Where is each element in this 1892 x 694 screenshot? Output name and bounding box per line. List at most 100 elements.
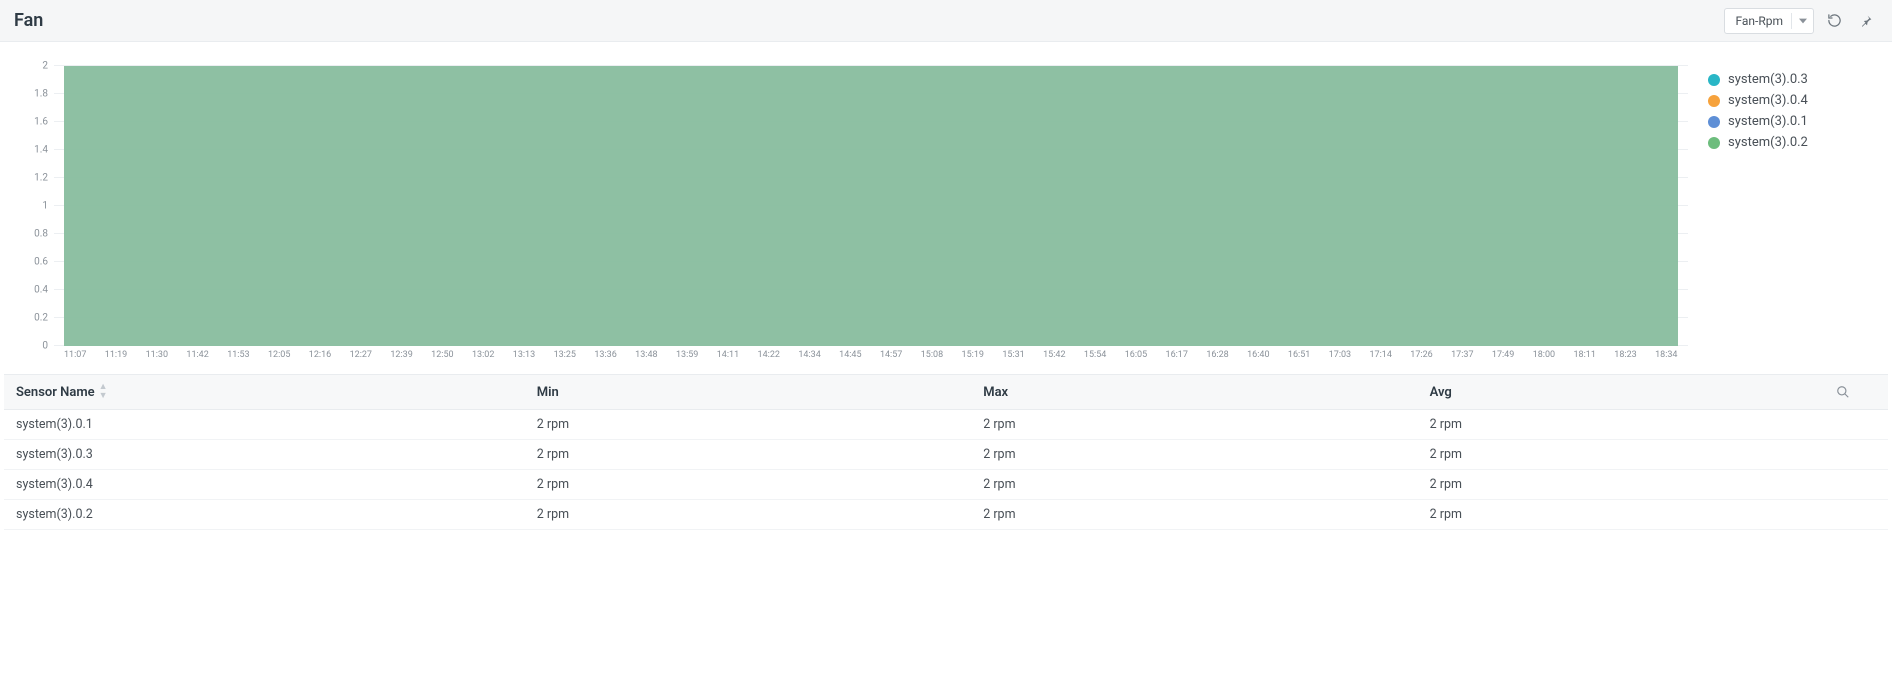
x-tick-label: 13:59 [676, 350, 698, 360]
x-tick-label: 11:07 [64, 350, 86, 360]
table-header-row: Sensor Name ▲▼ Min Max Avg [4, 374, 1888, 410]
x-tick-label: 11:19 [105, 350, 127, 360]
chevron-down-icon [1791, 13, 1807, 29]
x-tick-label: 17:49 [1492, 350, 1514, 360]
legend-item[interactable]: system(3).0.3 [1708, 72, 1878, 87]
x-tick-label: 13:02 [472, 350, 494, 360]
x-tick-label: 12:05 [268, 350, 290, 360]
x-tick-label: 12:27 [350, 350, 372, 360]
x-tick-label: 12:16 [309, 350, 331, 360]
x-tick-label: 14:57 [880, 350, 902, 360]
legend-label: system(3).0.1 [1728, 114, 1808, 129]
legend-label: system(3).0.3 [1728, 72, 1808, 87]
column-header-sensor[interactable]: Sensor Name ▲▼ [16, 383, 537, 401]
x-tick-label: 15:42 [1043, 350, 1065, 360]
cell-min: 2 rpm [537, 417, 983, 432]
legend-item[interactable]: system(3).0.1 [1708, 114, 1878, 129]
chart-panel: 00.20.40.60.811.21.41.61.82 11:0711:1911… [14, 66, 1688, 366]
x-tick-label: 16:40 [1247, 350, 1269, 360]
cell-sensor: system(3).0.2 [16, 507, 537, 522]
sensor-table: Sensor Name ▲▼ Min Max Avg system(3).0.1… [0, 374, 1892, 530]
x-tick-label: 18:23 [1614, 350, 1636, 360]
legend-swatch [1708, 116, 1720, 128]
y-tick-label: 2 [42, 61, 48, 72]
x-tick-label: 17:03 [1329, 350, 1351, 360]
y-tick-label: 0.6 [34, 257, 48, 268]
cell-max: 2 rpm [983, 417, 1429, 432]
column-header-min[interactable]: Min [537, 385, 983, 400]
y-tick-label: 1.4 [34, 145, 48, 156]
table-row[interactable]: system(3).0.12 rpm2 rpm2 rpm [4, 410, 1888, 440]
legend-label: system(3).0.2 [1728, 135, 1808, 150]
legend-swatch [1708, 95, 1720, 107]
legend-label: system(3).0.4 [1728, 93, 1808, 108]
search-icon [1836, 385, 1850, 399]
chart-x-axis: 11:07 11:19 11:30 11:42 11:53 12:05 12:16 12:27… [54, 346, 1688, 366]
chart-legend: system(3).0.3 system(3).0.4 system(3).0.1 s… [1708, 66, 1878, 366]
x-tick-label: 17:26 [1410, 350, 1432, 360]
table-row[interactable]: system(3).0.32 rpm2 rpm2 rpm [4, 440, 1888, 470]
cell-avg: 2 rpm [1430, 507, 1836, 522]
column-header-max[interactable]: Max [983, 385, 1429, 400]
x-tick-label: 18:00 [1533, 350, 1555, 360]
y-tick-label: 0.2 [34, 313, 48, 324]
cell-max: 2 rpm [983, 477, 1429, 492]
x-tick-label: 13:13 [513, 350, 535, 360]
metric-select-label: Fan-Rpm [1735, 14, 1783, 28]
y-tick-label: 1 [42, 201, 48, 212]
legend-item[interactable]: system(3).0.2 [1708, 135, 1878, 150]
x-tick-label: 18:34 [1655, 350, 1677, 360]
refresh-button[interactable] [1822, 9, 1846, 33]
x-tick-label: 12:39 [390, 350, 412, 360]
panel-title: Fan [14, 10, 43, 31]
pin-button[interactable] [1854, 9, 1878, 33]
panel-header-controls: Fan-Rpm [1724, 8, 1878, 34]
chart-series-area [64, 66, 1678, 346]
x-tick-label: 15:08 [921, 350, 943, 360]
y-tick-label: 0.8 [34, 229, 48, 240]
panel-header: Fan Fan-Rpm [0, 0, 1892, 42]
cell-sensor: system(3).0.1 [16, 417, 537, 432]
cell-max: 2 rpm [983, 447, 1429, 462]
x-tick-label: 17:14 [1370, 350, 1392, 360]
legend-item[interactable]: system(3).0.4 [1708, 93, 1878, 108]
y-tick-label: 1.2 [34, 173, 48, 184]
metric-select-dropdown[interactable]: Fan-Rpm [1724, 8, 1814, 34]
table-search-button[interactable] [1836, 385, 1876, 399]
cell-max: 2 rpm [983, 507, 1429, 522]
cell-min: 2 rpm [537, 477, 983, 492]
x-tick-label: 14:34 [798, 350, 820, 360]
cell-min: 2 rpm [537, 447, 983, 462]
y-tick-label: 0 [42, 341, 48, 352]
x-tick-label: 15:54 [1084, 350, 1106, 360]
x-tick-label: 13:36 [594, 350, 616, 360]
y-tick-label: 0.4 [34, 285, 48, 296]
x-tick-label: 14:11 [717, 350, 739, 360]
legend-swatch [1708, 137, 1720, 149]
table-body: system(3).0.12 rpm2 rpm2 rpmsystem(3).0.… [4, 410, 1888, 530]
x-tick-label: 11:30 [146, 350, 168, 360]
table-row[interactable]: system(3).0.42 rpm2 rpm2 rpm [4, 470, 1888, 500]
x-tick-label: 16:17 [1166, 350, 1188, 360]
table-row[interactable]: system(3).0.22 rpm2 rpm2 rpm [4, 500, 1888, 530]
x-tick-label: 14:45 [839, 350, 861, 360]
cell-min: 2 rpm [537, 507, 983, 522]
chart-plot[interactable]: 00.20.40.60.811.21.41.61.82 [54, 66, 1688, 346]
x-tick-label: 16:51 [1288, 350, 1310, 360]
x-tick-label: 16:28 [1206, 350, 1228, 360]
x-tick-label: 13:25 [554, 350, 576, 360]
x-tick-label: 16:05 [1125, 350, 1147, 360]
legend-swatch [1708, 74, 1720, 86]
x-tick-label: 14:22 [758, 350, 780, 360]
x-tick-label: 11:42 [186, 350, 208, 360]
x-tick-label: 18:11 [1573, 350, 1595, 360]
column-header-sensor-label: Sensor Name [16, 385, 95, 400]
sort-icon: ▲▼ [99, 383, 108, 401]
cell-sensor: system(3).0.4 [16, 477, 537, 492]
y-tick-label: 1.8 [34, 89, 48, 100]
cell-avg: 2 rpm [1430, 417, 1836, 432]
x-tick-label: 11:53 [227, 350, 249, 360]
column-header-avg[interactable]: Avg [1430, 385, 1836, 400]
x-tick-label: 15:31 [1002, 350, 1024, 360]
chart-area: 00.20.40.60.811.21.41.61.82 11:0711:1911… [0, 42, 1892, 374]
